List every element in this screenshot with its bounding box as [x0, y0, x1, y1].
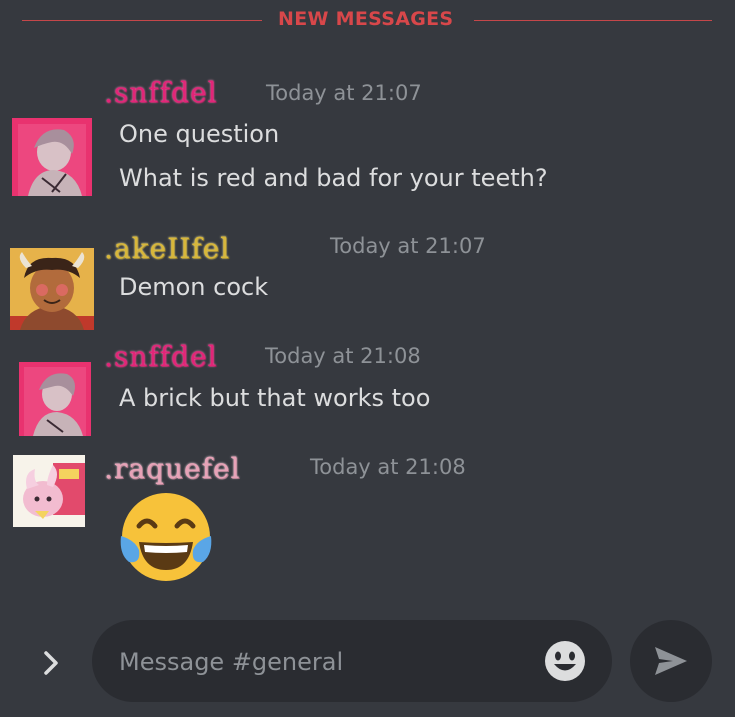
username[interactable]: .snffdel	[104, 76, 217, 109]
tears-of-joy-emoji	[117, 490, 215, 590]
timestamp: Today at 21:07	[330, 234, 486, 258]
message-text: What is red and bad for your teeth?	[119, 164, 548, 192]
avatar[interactable]	[13, 455, 85, 527]
message-text: Demon cock	[119, 273, 269, 301]
new-messages-label: NEW MESSAGES	[278, 8, 454, 30]
avatar[interactable]	[12, 118, 92, 196]
username[interactable]: .snffdel	[104, 340, 217, 373]
message-text: One question	[119, 120, 280, 148]
send-icon	[655, 647, 687, 675]
username[interactable]: .akeIIfel	[104, 232, 230, 265]
avatar[interactable]	[10, 248, 94, 330]
divider-line-right	[474, 20, 712, 21]
new-messages-divider: NEW MESSAGES	[0, 0, 735, 40]
divider-line-left	[22, 20, 262, 21]
send-button[interactable]	[630, 620, 712, 702]
username[interactable]: .raquefel	[104, 452, 240, 485]
smiley-icon[interactable]	[543, 639, 587, 683]
message-composer	[92, 620, 612, 702]
avatar[interactable]	[19, 362, 91, 436]
chevron-right-icon[interactable]	[36, 648, 66, 678]
timestamp: Today at 21:07	[266, 81, 422, 105]
timestamp: Today at 21:08	[310, 455, 466, 479]
message-text: A brick but that works too	[119, 384, 431, 412]
message-input[interactable]	[117, 640, 531, 684]
timestamp: Today at 21:08	[265, 344, 421, 368]
